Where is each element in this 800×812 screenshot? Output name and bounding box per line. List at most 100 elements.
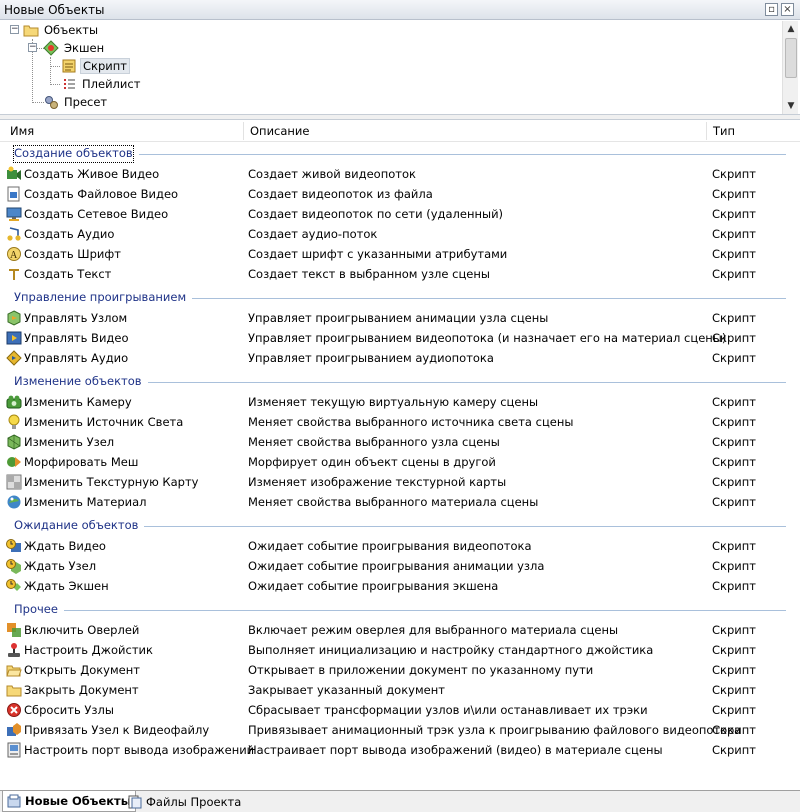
tree-node-playlist[interactable]: Плейлист [61, 75, 142, 93]
scroll-thumb[interactable] [785, 38, 797, 78]
item-name: Изменить Источник Света [24, 415, 184, 429]
group-divider [148, 382, 786, 383]
node-icon [6, 434, 22, 450]
scroll-down-icon[interactable]: ▼ [783, 98, 799, 114]
morph-icon [6, 454, 22, 470]
group-header[interactable]: Управление проигрыванием [14, 290, 186, 306]
joystick-icon [6, 642, 22, 658]
close-icon[interactable]: × [781, 3, 794, 16]
item-name: Настроить Джойстик [24, 643, 153, 657]
list-item[interactable]: Ждать Экшен Ожидает событие проигрывания … [0, 576, 800, 596]
group-header[interactable]: Изменение объектов [14, 374, 142, 390]
list-item[interactable]: Открыть Документ Открывает в приложении д… [0, 660, 800, 680]
item-name: Управлять Видео [24, 331, 129, 345]
item-description: Меняет свойства выбранного узла сцены [248, 435, 500, 449]
item-type: Скрипт [712, 683, 756, 697]
bind-video-icon [6, 722, 22, 738]
list-item[interactable]: A Создать Шрифт Создает шрифт с указанными… [0, 244, 800, 264]
list-item[interactable]: Включить Оверлей Включает режим оверлея д… [0, 620, 800, 640]
group-header[interactable]: Создание объектов [13, 145, 134, 163]
item-type: Скрипт [712, 167, 756, 181]
item-type: Скрипт [712, 351, 756, 365]
list-item[interactable]: Привязать Узел к Видеофайлу Привязывает а… [0, 720, 800, 740]
font-icon: A [6, 246, 22, 262]
tree-scrollbar[interactable]: ▲ ▼ [782, 21, 798, 114]
restore-icon[interactable]: ▫ [765, 3, 778, 16]
item-description: Меняет свойства выбранного источника све… [248, 415, 574, 429]
bottom-tabs: Новые Объекты Файлы Проекта [0, 790, 800, 812]
tree-expander-action[interactable]: − [28, 43, 37, 52]
item-description: Создает аудио-поток [248, 227, 378, 241]
column-header-type[interactable]: Тип [713, 124, 735, 138]
list-item[interactable]: Создать Файловое Видео Создает видеопоток… [0, 184, 800, 204]
open-folder-icon [6, 662, 22, 678]
list-item[interactable]: Управлять Узлом Управляет проигрыванием а… [0, 308, 800, 328]
video-control-icon [6, 330, 22, 346]
item-description: Закрывает указанный документ [248, 683, 445, 697]
column-header-name[interactable]: Имя [10, 124, 34, 138]
tree-node-label: Пресет [64, 95, 108, 109]
tree-expander-objects[interactable]: − [10, 25, 19, 34]
item-type: Скрипт [712, 743, 756, 757]
panel-title: Новые Объекты [4, 3, 105, 17]
overlay-icon [6, 622, 22, 638]
tree-node-label: Скрипт [80, 58, 130, 74]
list-item[interactable]: Изменить Текстурную Карту Изменяет изобра… [0, 472, 800, 492]
tree-node-objects[interactable]: Объекты [23, 21, 100, 39]
list-item[interactable]: Сбросить Узлы Сбрасывает трансформации уз… [0, 700, 800, 720]
tab-new-objects[interactable]: Новые Объекты [2, 791, 137, 812]
item-description: Изменяет текущую виртуальную камеру сцен… [248, 395, 539, 409]
list-item[interactable]: Ждать Узел Ожидает событие проигрывания а… [0, 556, 800, 576]
item-type: Скрипт [712, 227, 756, 241]
playlist-icon [61, 76, 77, 92]
list-item[interactable]: Управлять Аудио Управляет проигрыванием а… [0, 348, 800, 368]
item-name: Морфировать Меш [24, 455, 139, 469]
wait-node-icon [6, 558, 22, 574]
item-name: Изменить Материал [24, 495, 147, 509]
list-item[interactable]: Морфировать Меш Морфирует один объект сце… [0, 452, 800, 472]
list-item[interactable]: Закрыть Документ Закрывает указанный доку… [0, 680, 800, 700]
tab-project-files[interactable]: Файлы Проекта [124, 791, 245, 812]
item-type: Скрипт [712, 455, 756, 469]
material-icon [6, 494, 22, 510]
item-description: Создает шрифт с указанными атрибутами [248, 247, 508, 261]
item-description: Ожидает событие проигрывания экшена [248, 579, 499, 593]
tree-node-script[interactable]: Скрипт [61, 57, 130, 75]
list-item[interactable]: Изменить Узел Меняет свойства выбранного … [0, 432, 800, 452]
list-item[interactable]: Изменить Материал Меняет свойства выбранн… [0, 492, 800, 512]
audio-icon [6, 226, 22, 242]
panel-titlebar: Новые Объекты ▫ × [0, 0, 800, 20]
list-item[interactable]: Настроить Джойстик Выполняет инициализаци… [0, 640, 800, 660]
item-type: Скрипт [712, 703, 756, 717]
item-description: Сбрасывает трансформации узлов и\или ост… [248, 703, 648, 717]
texture-icon [6, 474, 22, 490]
tree-node-action[interactable]: Экшен [43, 39, 106, 57]
list-item[interactable]: Создать Текст Создает текст в выбранном у… [0, 264, 800, 284]
item-type: Скрипт [712, 331, 756, 345]
list-item[interactable]: Создать Сетевое Видео Создает видеопоток … [0, 204, 800, 224]
item-type: Скрипт [712, 207, 756, 221]
scroll-up-icon[interactable]: ▲ [783, 21, 799, 37]
group-header[interactable]: Ожидание объектов [14, 518, 138, 534]
column-header-description[interactable]: Описание [250, 124, 309, 138]
list-item[interactable]: Ждать Видео Ожидает событие проигрывания … [0, 536, 800, 556]
network-video-icon [6, 206, 22, 222]
list-item[interactable]: Управлять Видео Управляет проигрыванием в… [0, 328, 800, 348]
list-item[interactable]: Изменить Камеру Изменяет текущую виртуаль… [0, 392, 800, 412]
item-name: Создать Файловое Видео [24, 187, 179, 201]
item-type: Скрипт [712, 415, 756, 429]
tree-node-preset[interactable]: Пресет [43, 93, 109, 111]
item-type: Скрипт [712, 539, 756, 553]
script-icon [61, 58, 77, 74]
list-item[interactable]: Создать Аудио Создает аудио-поток Скрипт [0, 224, 800, 244]
item-type: Скрипт [712, 643, 756, 657]
group-header[interactable]: Прочее [14, 602, 58, 618]
item-description: Управляет проигрыванием аудиопотока [248, 351, 494, 365]
item-type: Скрипт [712, 187, 756, 201]
item-type: Скрипт [712, 267, 756, 281]
list-item[interactable]: Настроить порт вывода изображений Настраи… [0, 740, 800, 760]
list-item[interactable]: Изменить Источник Света Меняет свойства в… [0, 412, 800, 432]
item-name: Ждать Видео [24, 539, 106, 553]
wait-video-icon [6, 538, 22, 554]
list-item[interactable]: Создать Живое Видео Создает живой видеопо… [0, 164, 800, 184]
